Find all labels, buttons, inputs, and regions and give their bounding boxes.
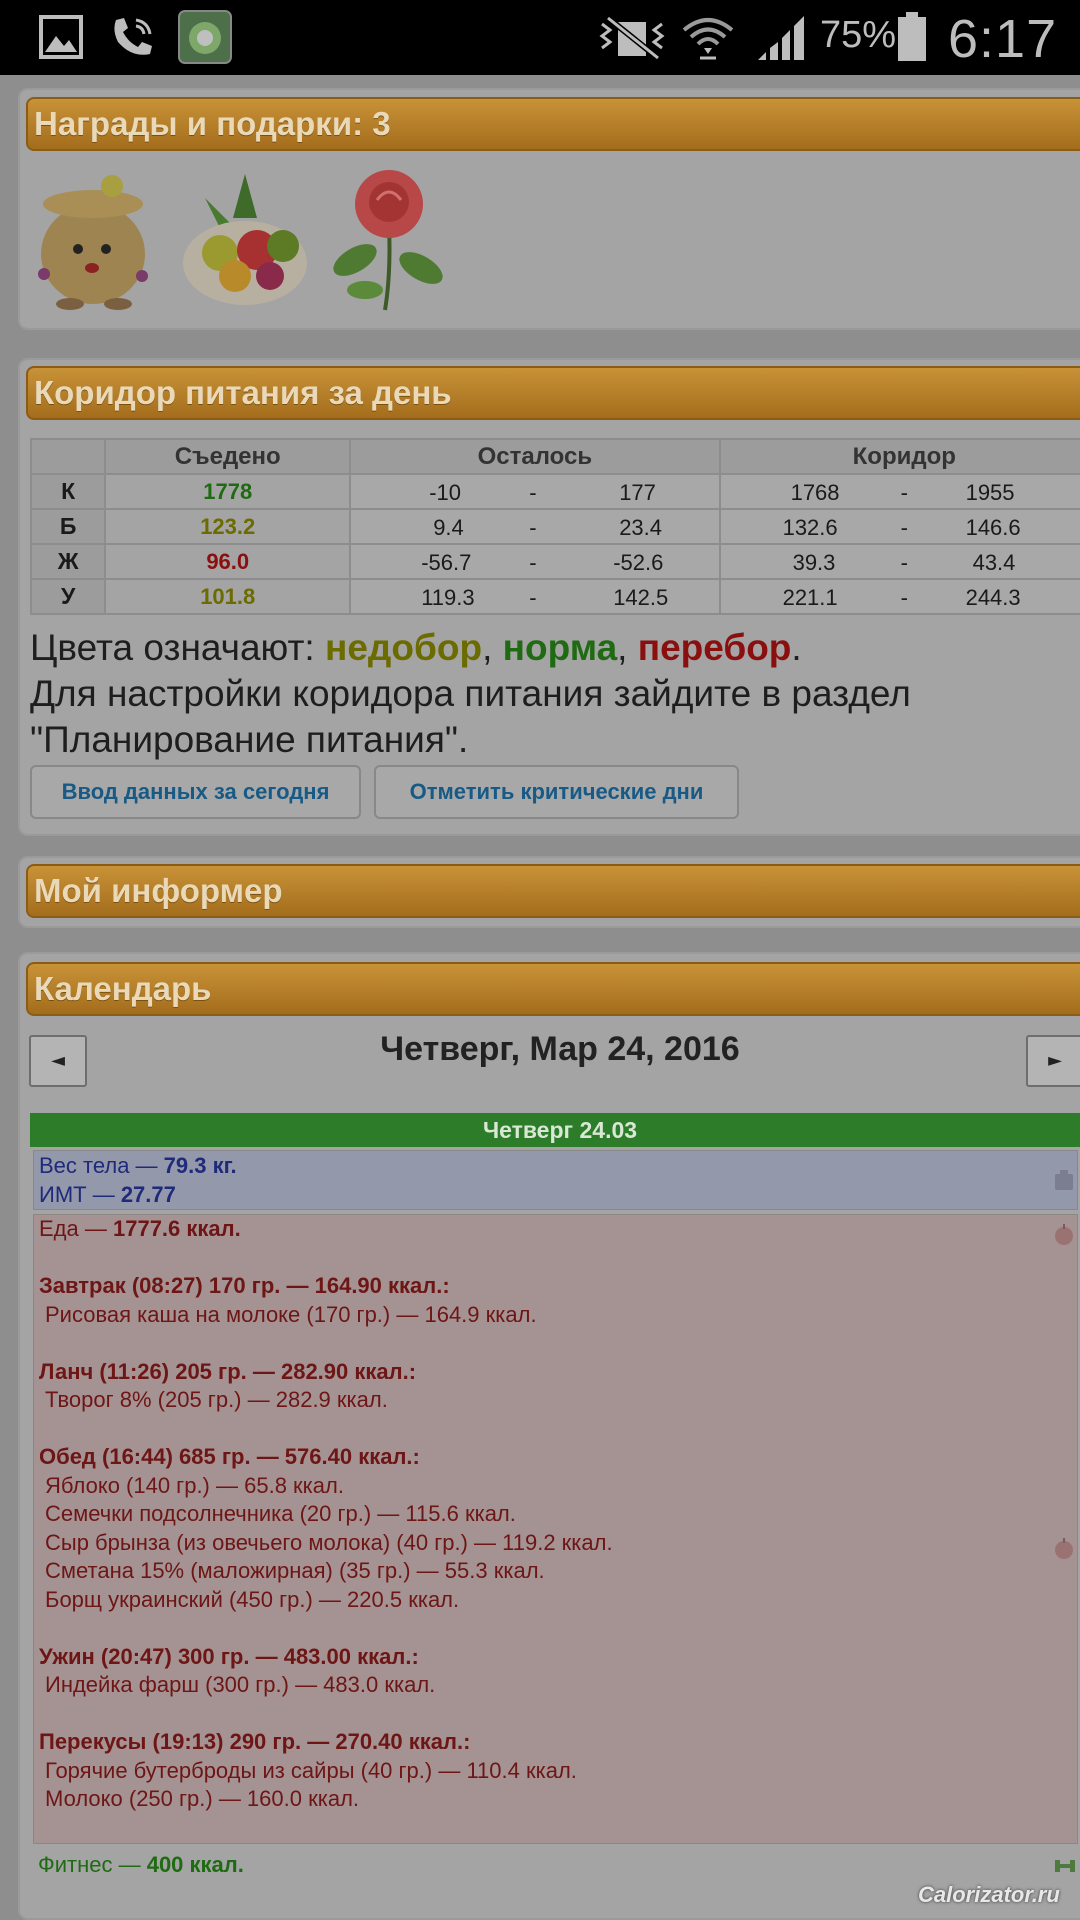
prev-day-button[interactable]: ◄ — [29, 1035, 87, 1087]
corridor-header[interactable]: Коридор питания за день – — [26, 366, 1080, 420]
scales-icon[interactable] — [1053, 1168, 1075, 1192]
list-item: Борщ украинский (450 гр.) — 220.5 ккал. — [45, 1586, 460, 1612]
phone-wifi-call-icon — [114, 18, 152, 55]
mark-critical-days-button[interactable]: Отметить критические дни — [374, 765, 739, 819]
color-legend: Цвета означают: недобор, норма, перебор.… — [30, 627, 911, 760]
award-rose-icon[interactable] — [325, 164, 453, 312]
legend-norm: норма — [502, 627, 618, 668]
battery-percent: 75% — [820, 14, 897, 56]
table-row: У 101.8 119.3-142.5 221.1-244.3 — [29, 578, 1080, 615]
calendar-header[interactable]: Календарь – — [26, 962, 1080, 1016]
list-item: Семечки подсолнечника (20 гр.) — 115.6 к… — [45, 1501, 516, 1526]
meal-title: Перекусы (19:13) 290 гр. — 270.40 ккал.: — [39, 1729, 471, 1754]
day-bar: Четверг 24.03 — [30, 1113, 1080, 1147]
vibrate-mute-icon — [599, 15, 665, 61]
setup-text: Для настройки коридора питания зайдите в… — [30, 673, 911, 760]
eaten-value: 96.0 — [104, 543, 352, 580]
award-fruit-bowl-icon[interactable] — [175, 168, 315, 310]
informer-header[interactable]: Мой информер + — [26, 864, 1080, 918]
awards-header[interactable]: Награды и подарки: 3 – — [26, 97, 1080, 151]
eaten-value: 123.2 — [104, 508, 352, 545]
food-block[interactable]: Еда — 1777.6 ккал. Завтрак (08:27) 170 г… — [33, 1214, 1078, 1844]
table-row: Ж 96.0 -56.7- -52.6 39.3-43.4 — [29, 543, 1080, 580]
weight-block[interactable]: Вес тела — 79.3 кг. ИМТ — 27.77 — [33, 1150, 1078, 1210]
wifi-icon — [682, 18, 734, 60]
list-item: Творог 8% (205 гр.) — 282.9 ккал. — [45, 1387, 388, 1412]
corridor-range: 39.3-43.4 — [718, 543, 1080, 580]
remaining-range: 119.3-142.5 — [349, 578, 721, 615]
meal-title: Ланч (11:26) 205 гр. — 282.90 ккал.: — [39, 1358, 417, 1384]
list-item: Горячие бутерброды из сайры (40 гр.) — 1… — [45, 1757, 577, 1783]
next-day-button[interactable]: ► — [1026, 1035, 1080, 1087]
corridor-range: 221.1-244.3 — [718, 578, 1080, 615]
calendar-title: Календарь — [34, 970, 212, 1007]
fitness-value: 400 ккал. — [146, 1852, 244, 1877]
meal-title: Завтрак (08:27) 170 гр. — 164.90 ккал.: — [39, 1273, 450, 1298]
legend-over: перебор — [637, 627, 792, 668]
awards-title: Награды и подарки: 3 — [34, 105, 391, 142]
watermark: Calorizator.ru — [918, 1882, 1060, 1907]
enter-today-data-button[interactable]: Ввод данных за сегодня — [30, 765, 361, 819]
battery-icon — [898, 12, 926, 61]
meal-title: Обед (16:44) 685 гр. — 576.40 ккал.: — [39, 1444, 420, 1469]
nutrition-corridor-table: Съедено Осталось Коридор К 1778 -10-177 … — [29, 438, 1080, 615]
list-item: Рисовая каша на молоке (170 гр.) — 164.9… — [45, 1301, 537, 1327]
list-item: Индейка фарш (300 гр.) — 483.0 ккал. — [45, 1672, 436, 1697]
dumbbell-icon[interactable] — [1053, 1856, 1077, 1876]
corridor-range: 1768-1955 — [718, 473, 1080, 510]
apple-icon[interactable] — [1053, 1222, 1075, 1246]
meal-title: Ужин (20:47) 300 гр. — 483.00 ккал.: — [39, 1643, 419, 1669]
header-eaten: Съедено — [104, 438, 352, 475]
status-bar: 75% 6:17 — [0, 0, 1080, 75]
list-item: Сметана 15% (маложирная) (35 гр.) — 55.3… — [45, 1558, 545, 1583]
weight-value: 79.3 кг. — [163, 1153, 237, 1178]
fitness-line: Фитнес — 400 ккал. — [38, 1852, 244, 1877]
table-row: К 1778 -10-177 1768-1955 — [29, 473, 1080, 510]
signal-icon — [758, 16, 804, 60]
row-label: Ж — [29, 543, 107, 580]
informer-title: Мой информер — [34, 872, 283, 909]
clock: 6:17 — [948, 9, 1058, 69]
legend-under: недобор — [324, 627, 483, 668]
header-remaining: Осталось — [349, 438, 721, 475]
remaining-range: 9.4-23.4 — [349, 508, 721, 545]
table-corner — [29, 438, 107, 475]
header-corridor: Коридор — [718, 438, 1080, 475]
corridor-title: Коридор питания за день — [34, 374, 452, 411]
app-notification-icon — [178, 10, 232, 64]
corridor-range: 132.6-146.6 — [718, 508, 1080, 545]
eaten-value: 101.8 — [104, 578, 352, 615]
calendar-date: Четверг, Мар 24, 2016 — [380, 1030, 740, 1068]
food-total: 1777.6 ккал. — [112, 1216, 241, 1241]
award-straw-doll-icon[interactable] — [30, 164, 156, 312]
row-label: У — [29, 578, 107, 615]
apple-icon[interactable] — [1053, 1536, 1075, 1560]
eaten-value: 1778 — [104, 473, 352, 510]
list-item: Сыр брынза (из овечьего молока) (40 гр.)… — [45, 1529, 613, 1555]
list-item: Молоко (250 гр.) — 160.0 ккал. — [45, 1786, 360, 1811]
list-item: Яблоко (140 гр.) — 65.8 ккал. — [45, 1472, 344, 1498]
gallery-icon — [39, 15, 83, 59]
table-row: Б 123.2 9.4-23.4 132.6-146.6 — [29, 508, 1080, 545]
row-label: К — [29, 473, 107, 510]
remaining-range: -10-177 — [349, 473, 721, 510]
remaining-range: -56.7- -52.6 — [349, 543, 721, 580]
bmi-value: 27.77 — [120, 1182, 176, 1207]
row-label: Б — [29, 508, 107, 545]
